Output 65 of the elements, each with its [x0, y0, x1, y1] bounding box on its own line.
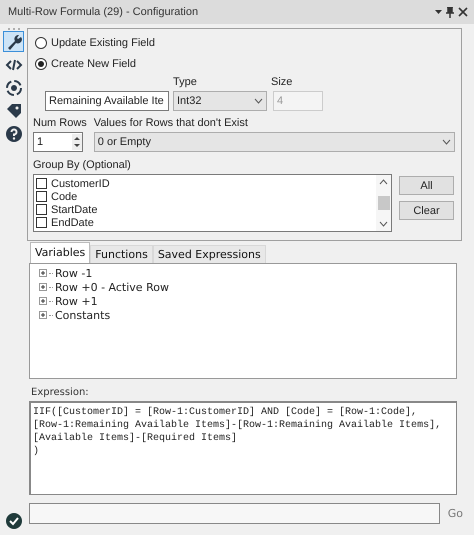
checkbox[interactable] [36, 204, 47, 215]
tree-label: Row +1 [55, 294, 98, 308]
type-dropdown[interactable]: Int32 [173, 91, 267, 111]
group-by-button[interactable]: All [399, 176, 454, 195]
group-by-item[interactable]: StartDate [36, 203, 376, 216]
tree-node[interactable]: Row +1 [39, 294, 456, 308]
pin-icon[interactable] [446, 6, 454, 18]
search-field[interactable] [29, 503, 440, 524]
tag-icon [4, 102, 22, 120]
radio-button[interactable] [35, 36, 47, 48]
checkbox[interactable] [36, 217, 47, 228]
tab[interactable]: Saved Expressions [152, 245, 266, 263]
group-by-button[interactable]: Clear [399, 201, 454, 220]
caret-icon [442, 139, 451, 145]
spin-arrows-icon [72, 134, 82, 150]
tree-node[interactable]: Row -1 [39, 266, 456, 280]
sidebar-tab[interactable] [3, 31, 24, 52]
sidebar-tab[interactable] [3, 123, 24, 144]
grip-icon[interactable] [6, 27, 20, 31]
tab[interactable]: Variables [30, 242, 90, 263]
sidebar-tab[interactable] [3, 77, 24, 98]
missing-rows-dropdown[interactable]: 0 or Empty [94, 132, 455, 152]
tab[interactable]: Functions [90, 245, 153, 263]
field-label: EndDate [51, 216, 94, 228]
tree-node[interactable]: Row +0 - Active Row [39, 280, 456, 294]
radio-label: Update Existing Field [51, 36, 155, 48]
group-by-item[interactable]: EndDate [36, 216, 376, 229]
expression-label: Expression: [31, 387, 90, 398]
expand-icon[interactable] [39, 297, 47, 305]
expression-editor[interactable]: IIF([CustomerID] = [Row-1:CustomerID] AND [Code] = [Row-1:Code], [Row-1:Remaining Available Items]-[Row-1:Remaining Available Items], [Available Items]-[Required Items] ) [29, 401, 457, 495]
tree-node[interactable]: Constants [39, 308, 456, 322]
field-label: Code [51, 190, 78, 202]
field-name-input[interactable]: Remaining Available Ite [45, 91, 169, 111]
group-by-item[interactable]: CustomerID [36, 177, 376, 190]
checkbox[interactable] [36, 191, 47, 202]
expand-icon[interactable] [39, 269, 47, 277]
num-rows-spinner[interactable]: 1 [33, 132, 83, 152]
type-label: Type [173, 76, 198, 88]
window-title: Multi-Row Formula (29) - Configuration [8, 6, 200, 18]
missing-rows-label: Values for Rows that don't Exist [94, 117, 249, 129]
caret-icon [254, 98, 263, 104]
tree-label: Row +0 - Active Row [55, 280, 169, 294]
close-icon[interactable] [458, 7, 468, 17]
group-by-item[interactable]: Code [36, 190, 376, 203]
radio-label: Create New Field [51, 58, 136, 70]
checkbox[interactable] [36, 178, 47, 189]
scroll-down-icon[interactable] [379, 221, 388, 227]
radio-button[interactable] [35, 58, 47, 70]
expand-icon[interactable] [39, 283, 47, 291]
field-label: StartDate [51, 204, 98, 216]
go-button[interactable]: Go [448, 507, 463, 520]
target-icon [4, 78, 22, 96]
scrollbar[interactable] [376, 175, 391, 231]
tree-label: Constants [55, 308, 110, 322]
radio-option[interactable]: Create New Field [33, 53, 455, 74]
expand-icon[interactable] [39, 311, 47, 319]
field-label: CustomerID [51, 178, 110, 190]
size-label: Size [271, 76, 294, 88]
dropdown-icon[interactable] [435, 9, 442, 15]
tree-label: Row -1 [55, 266, 92, 280]
num-rows-label: Num Rows [33, 117, 87, 129]
radio-option[interactable]: Update Existing Field [33, 32, 455, 53]
help-icon [4, 124, 22, 142]
scroll-up-icon[interactable] [379, 179, 388, 185]
group-by-label: Group By (Optional) [33, 159, 132, 171]
